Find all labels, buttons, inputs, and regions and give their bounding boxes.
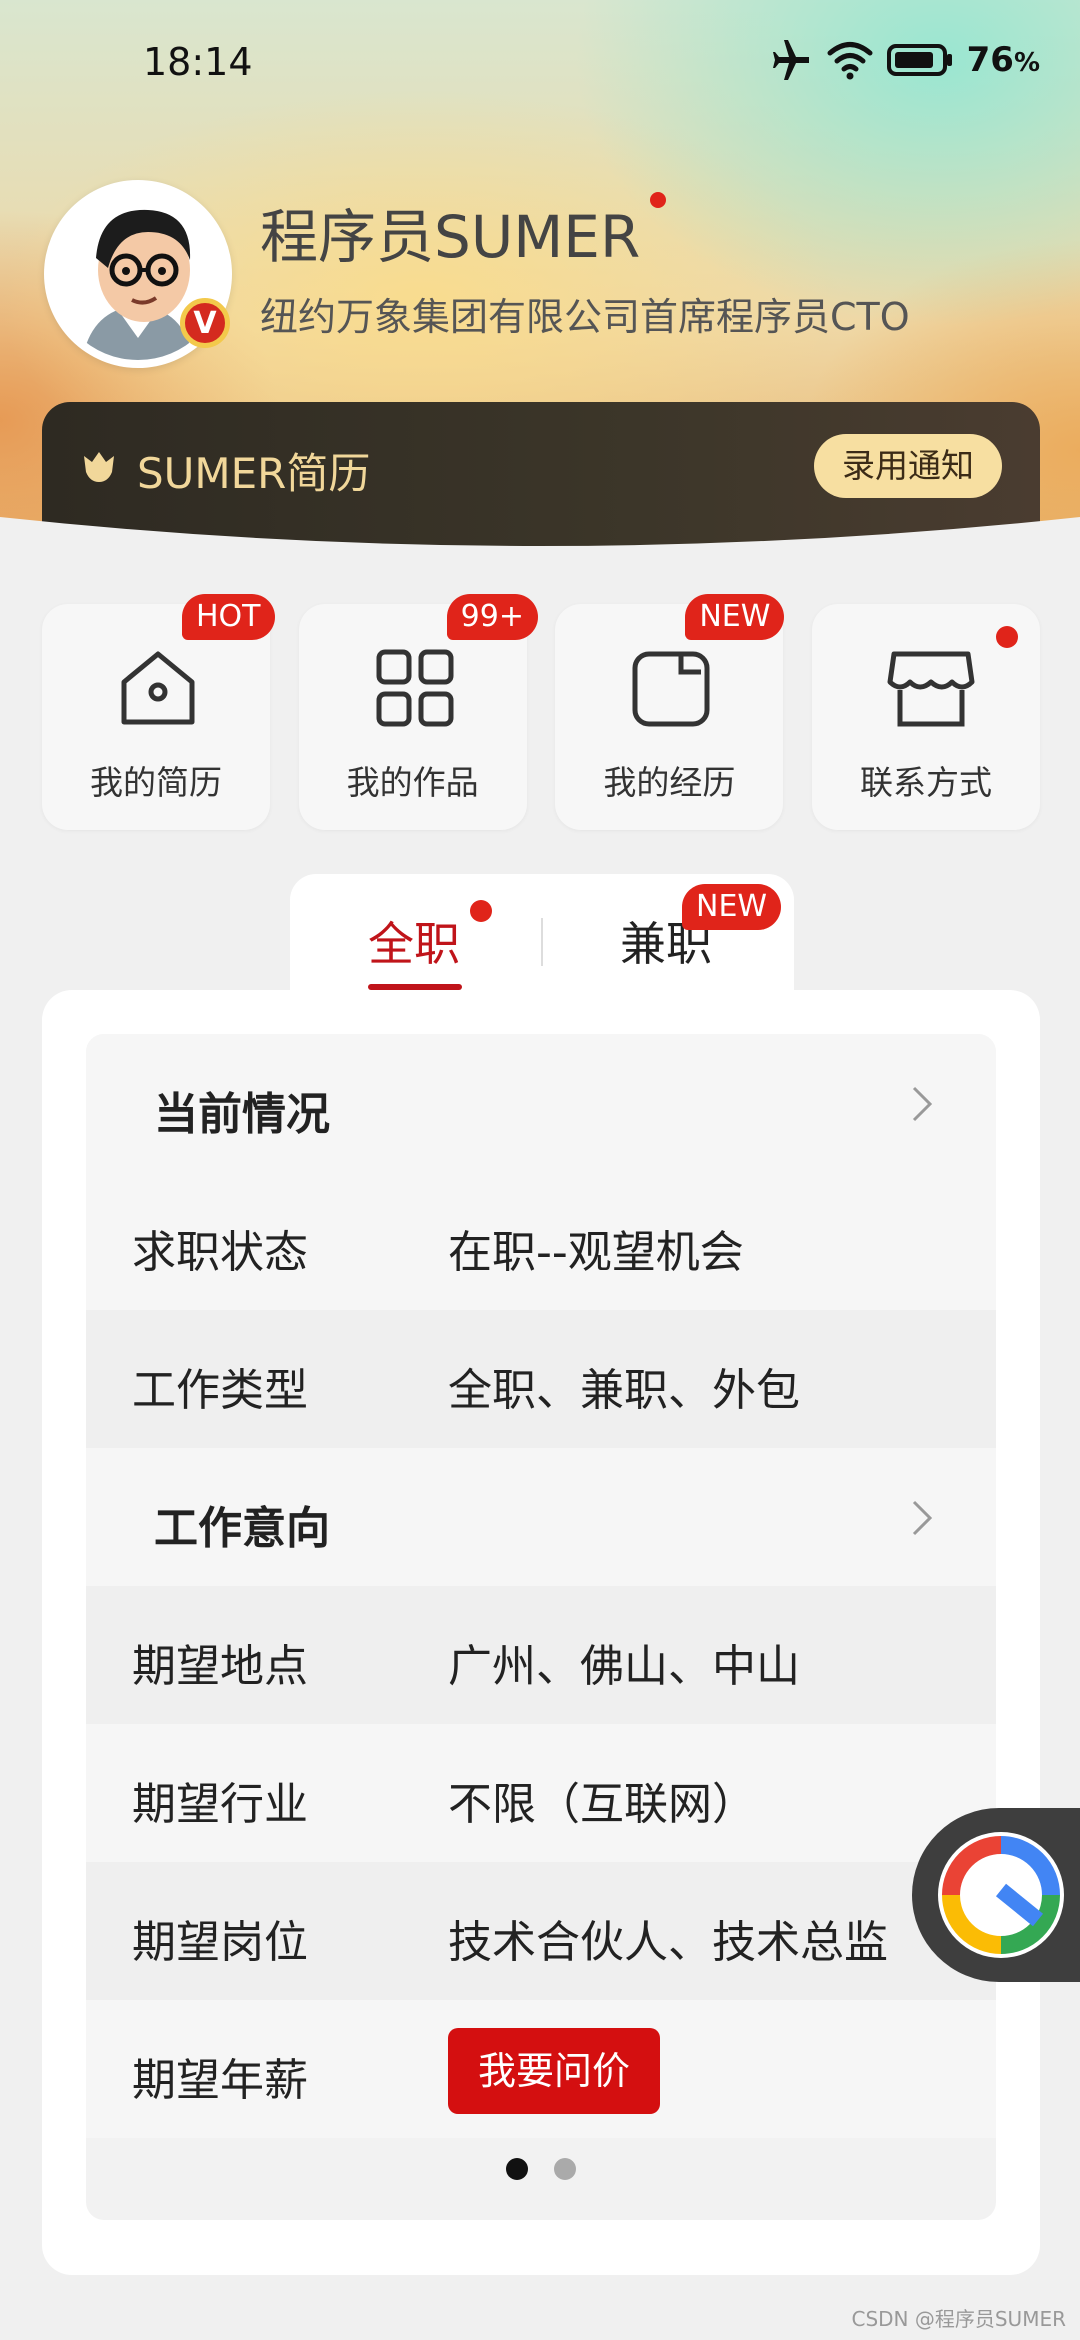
watermark: CSDN @程序员SUMER bbox=[851, 2307, 1066, 2331]
section-job-intention[interactable]: 工作意向 bbox=[86, 1448, 996, 1586]
status-bar: 18:14 76% bbox=[0, 0, 1080, 130]
grid-apps-icon bbox=[376, 649, 454, 727]
ask-price-button[interactable]: 我要问价 bbox=[448, 2028, 660, 2114]
page-dot[interactable] bbox=[554, 2158, 576, 2180]
header-curve bbox=[0, 517, 1080, 605]
row-label: 期望行业 bbox=[132, 1779, 308, 1830]
verified-badge: V bbox=[180, 298, 230, 348]
airplane-icon bbox=[772, 40, 809, 80]
hot-badge: HOT bbox=[182, 594, 275, 640]
job-info-panel: 当前情况 求职状态 在职--观望机会 工作类型 全职、兼职、外包 工作意向 期望… bbox=[86, 1034, 996, 2220]
count-badge: 99+ bbox=[446, 594, 538, 640]
notification-dot bbox=[995, 626, 1018, 648]
profile-title: 纽约万象集团有限公司首席程序员CTO bbox=[260, 295, 910, 339]
shortcut-contact[interactable]: 联系方式 bbox=[811, 604, 1040, 830]
shortcut-works[interactable]: 99+ 我的作品 bbox=[298, 594, 538, 830]
employment-tabs: 全职 兼职 NEW bbox=[290, 874, 794, 1004]
new-badge: NEW bbox=[682, 884, 782, 930]
section-title: 工作意向 bbox=[154, 1503, 330, 1554]
chevron-right-icon bbox=[912, 1086, 933, 1122]
section-current-status[interactable]: 当前情况 bbox=[86, 1034, 996, 1172]
table-row: 工作类型 全职、兼职、外包 bbox=[86, 1310, 996, 1448]
row-label: 求职状态 bbox=[132, 1227, 308, 1278]
offer-notice-button[interactable]: 录用通知 bbox=[814, 434, 1002, 498]
row-value: 广州、佛山、中山 bbox=[448, 1641, 800, 1692]
table-row: 期望行业 不限（互联网） bbox=[86, 1724, 996, 1862]
shortcut-label: 我的作品 bbox=[346, 763, 479, 802]
battery-level: 76% bbox=[966, 40, 1040, 80]
profile-name: 程序员SUMER bbox=[260, 203, 641, 271]
section-title: 当前情况 bbox=[154, 1089, 330, 1140]
chevron-right-icon bbox=[912, 1500, 933, 1536]
active-tab-indicator bbox=[368, 984, 462, 990]
store-icon bbox=[887, 651, 975, 727]
table-row: 期望地点 广州、佛山、中山 bbox=[86, 1586, 996, 1724]
wifi-icon bbox=[827, 42, 873, 80]
banner-title: SUMER简历 bbox=[137, 449, 371, 498]
table-row: 期望岗位 技术合伙人、技术总监 bbox=[86, 1862, 996, 2000]
shortcut-resume[interactable]: HOT 我的简历 bbox=[42, 594, 275, 830]
notification-dot bbox=[470, 900, 492, 922]
job-info-card: 当前情况 求职状态 在职--观望机会 工作类型 全职、兼职、外包 工作意向 期望… bbox=[42, 990, 1040, 2275]
shortcut-grid: HOT 我的简历 99+ 我的作品 NEW 我的经历 联系方式 bbox=[42, 594, 1040, 830]
table-row: 求职状态 在职--观望机会 bbox=[86, 1172, 996, 1310]
row-value: 不限（互联网） bbox=[448, 1779, 756, 1830]
floating-assistant-button[interactable] bbox=[912, 1808, 1080, 1982]
page-indicator bbox=[86, 2158, 996, 2180]
row-value: 技术合伙人、技术总监 bbox=[448, 1917, 888, 1968]
shortcut-label: 我的经历 bbox=[603, 763, 736, 802]
new-badge: NEW bbox=[685, 594, 785, 640]
row-value: 全职、兼职、外包 bbox=[448, 1365, 800, 1416]
home-icon bbox=[121, 651, 195, 725]
row-label: 期望地点 bbox=[132, 1641, 308, 1692]
row-label: 期望年薪 bbox=[132, 2055, 308, 2106]
notification-dot bbox=[650, 192, 666, 208]
shortcut-experience[interactable]: NEW 我的经历 bbox=[555, 594, 785, 830]
battery-icon bbox=[886, 44, 952, 76]
status-time: 18:14 bbox=[143, 40, 253, 84]
tulip-icon bbox=[84, 452, 114, 482]
row-label: 工作类型 bbox=[132, 1365, 308, 1416]
page-dot-active[interactable] bbox=[506, 2158, 528, 2180]
tab-fulltime[interactable]: 全职 bbox=[368, 908, 460, 974]
float-inner bbox=[938, 1832, 1064, 1958]
row-label: 期望岗位 bbox=[132, 1917, 308, 1968]
row-value: 在职--观望机会 bbox=[448, 1227, 744, 1278]
table-row: 期望年薪 我要问价 bbox=[86, 2000, 996, 2138]
briefcase-icon bbox=[632, 651, 710, 727]
shortcut-label: 我的简历 bbox=[90, 763, 222, 802]
status-icons: 76% bbox=[769, 40, 1040, 80]
tab-divider bbox=[541, 918, 543, 966]
assistant-logo-icon bbox=[942, 1836, 1060, 1954]
shortcut-label: 联系方式 bbox=[859, 763, 992, 802]
